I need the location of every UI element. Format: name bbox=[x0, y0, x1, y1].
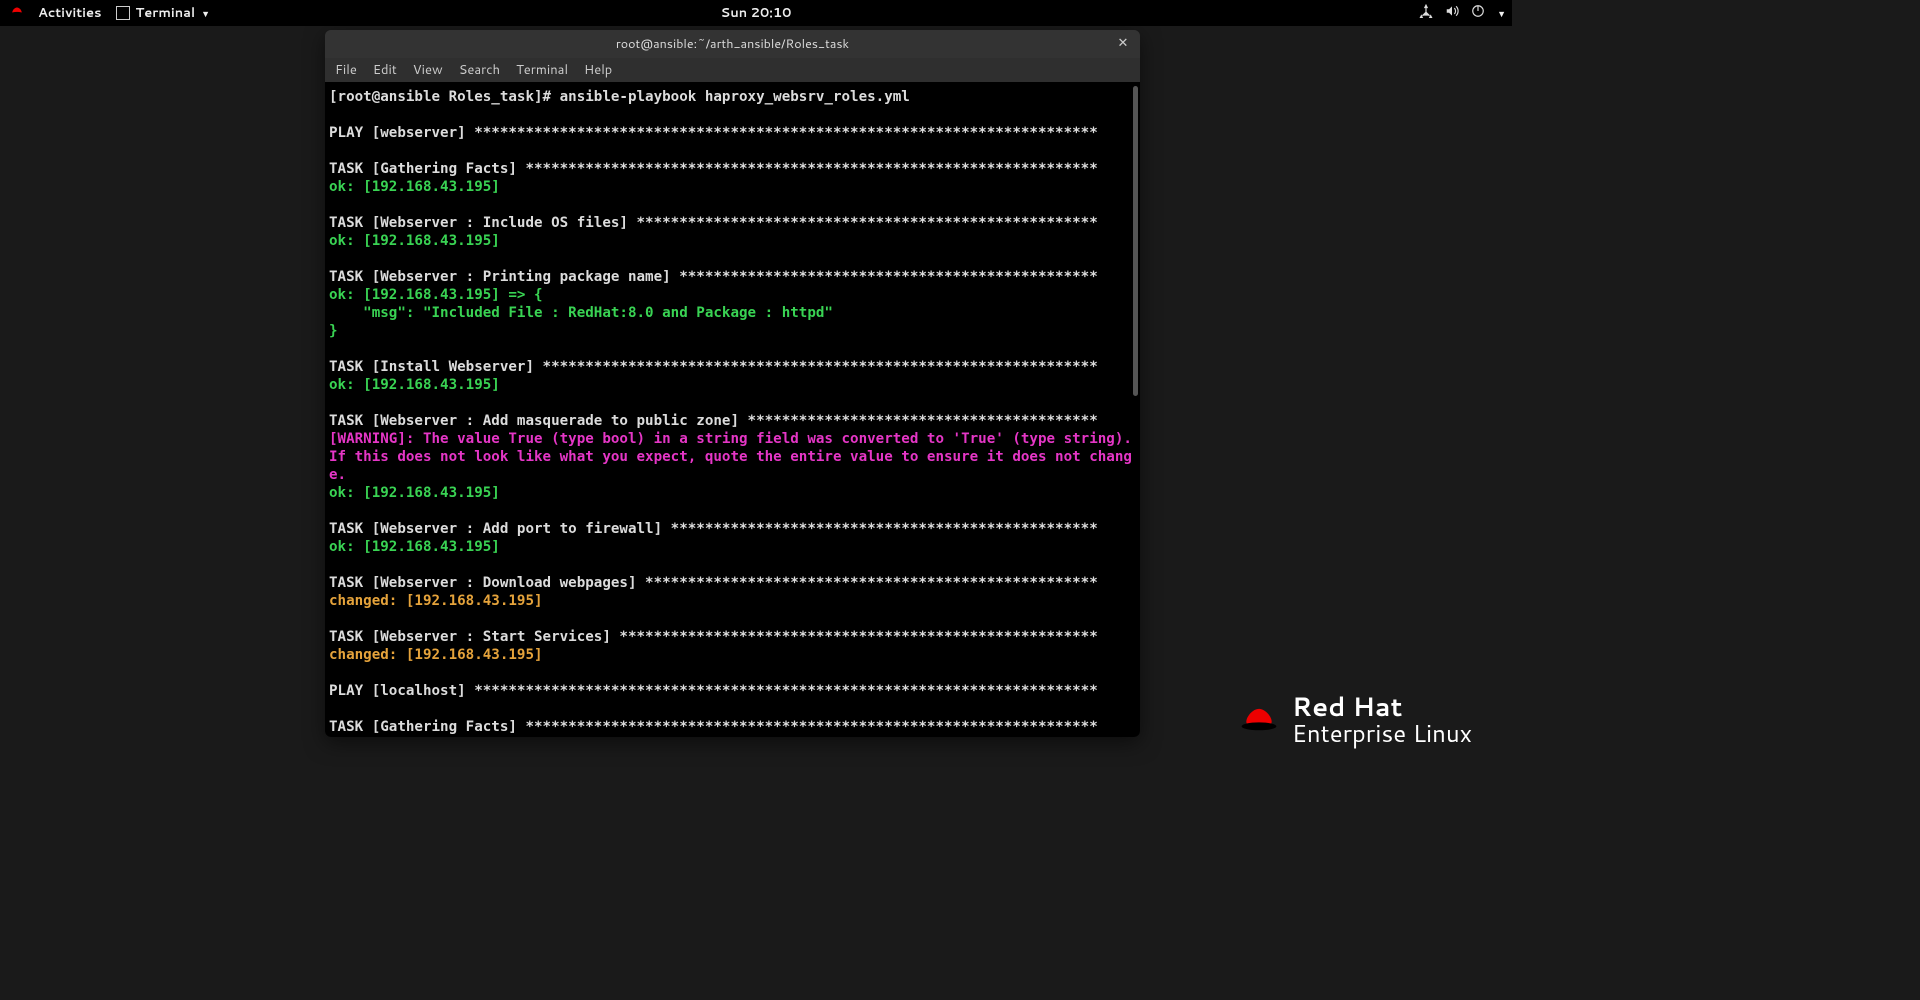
menu-file[interactable]: File bbox=[335, 61, 357, 79]
activities-button[interactable]: Activities bbox=[38, 4, 102, 22]
menu-edit[interactable]: Edit bbox=[373, 61, 397, 79]
output-line: TASK [Gathering Facts] *****************… bbox=[329, 160, 1136, 178]
menu-view[interactable]: View bbox=[413, 61, 443, 79]
network-icon bbox=[1419, 4, 1433, 23]
output-line: PLAY [localhost] ***********************… bbox=[329, 682, 1136, 700]
power-icon bbox=[1471, 4, 1485, 23]
menu-help[interactable]: Help bbox=[584, 61, 612, 79]
output-line: TASK [Install Webserver] ***************… bbox=[329, 358, 1136, 376]
output-warning: [WARNING]: The value True (type bool) in… bbox=[329, 430, 1136, 484]
output-line: TASK [Webserver : Add port to firewall] … bbox=[329, 520, 1136, 538]
output-line: TASK [Webserver : Start Services] ******… bbox=[329, 628, 1136, 646]
redhat-hat-icon bbox=[1240, 705, 1278, 735]
terminal-app-icon bbox=[116, 6, 130, 20]
output-line: PLAY [webserver] ***********************… bbox=[329, 124, 1136, 142]
close-button[interactable]: ✕ bbox=[1114, 34, 1132, 52]
output-line: TASK [Webserver : Add masquerade to publ… bbox=[329, 412, 1136, 430]
terminal-output[interactable]: [root@ansible Roles_task]# ansible-playb… bbox=[325, 82, 1140, 737]
menu-terminal[interactable]: Terminal bbox=[516, 61, 568, 79]
chevron-down-icon: ▼ bbox=[201, 7, 210, 20]
terminal-menubar: File Edit View Search Terminal Help bbox=[325, 58, 1140, 82]
output-line: ok: [192.168.43.195] bbox=[329, 484, 1136, 502]
output-line: changed: [192.168.43.195] bbox=[329, 592, 1136, 610]
output-line: changed: [192.168.43.195] bbox=[329, 646, 1136, 664]
output-line: ok: [192.168.43.195] => { bbox=[329, 286, 1136, 304]
output-line: TASK [Webserver : Printing package name]… bbox=[329, 268, 1136, 286]
output-line: "msg": "Included File : RedHat:8.0 and P… bbox=[329, 304, 1136, 322]
output-line: [root@ansible Roles_task]# ansible-playb… bbox=[329, 88, 1136, 106]
window-titlebar[interactable]: root@ansible:~/arth_ansible/Roles_task ✕ bbox=[325, 30, 1140, 58]
brand-line2: Enterprise Linux bbox=[1292, 721, 1472, 746]
output-line: } bbox=[329, 322, 1136, 340]
terminal-window: root@ansible:~/arth_ansible/Roles_task ✕… bbox=[325, 30, 1140, 737]
redhat-brand-logo: Red Hat Enterprise Linux bbox=[1240, 694, 1472, 746]
redhat-icon bbox=[10, 4, 24, 23]
output-line: TASK [Webserver : Download webpages] ***… bbox=[329, 574, 1136, 592]
output-line: ok: [192.168.43.195] bbox=[329, 538, 1136, 556]
chevron-down-icon: ▼ bbox=[1497, 7, 1506, 20]
output-line: ok: [192.168.43.195] bbox=[329, 232, 1136, 250]
output-line: TASK [Webserver : Include OS files] ****… bbox=[329, 214, 1136, 232]
output-line: TASK [Gathering Facts] *****************… bbox=[329, 718, 1136, 736]
output-line: ok: [192.168.43.195] bbox=[329, 178, 1136, 196]
app-menu-label: Terminal bbox=[136, 4, 196, 22]
scrollbar[interactable] bbox=[1133, 86, 1138, 396]
menu-search[interactable]: Search bbox=[459, 61, 500, 79]
volume-icon bbox=[1445, 4, 1459, 23]
status-area[interactable]: ▼ bbox=[1419, 4, 1506, 23]
gnome-topbar: Activities Terminal ▼ Sun 20:10 ▼ bbox=[0, 0, 1512, 26]
window-title: root@ansible:~/arth_ansible/Roles_task bbox=[616, 35, 849, 53]
output-line: ok: [192.168.43.195] bbox=[329, 376, 1136, 394]
app-menu[interactable]: Terminal ▼ bbox=[116, 4, 210, 22]
clock[interactable]: Sun 20:10 bbox=[721, 4, 792, 22]
